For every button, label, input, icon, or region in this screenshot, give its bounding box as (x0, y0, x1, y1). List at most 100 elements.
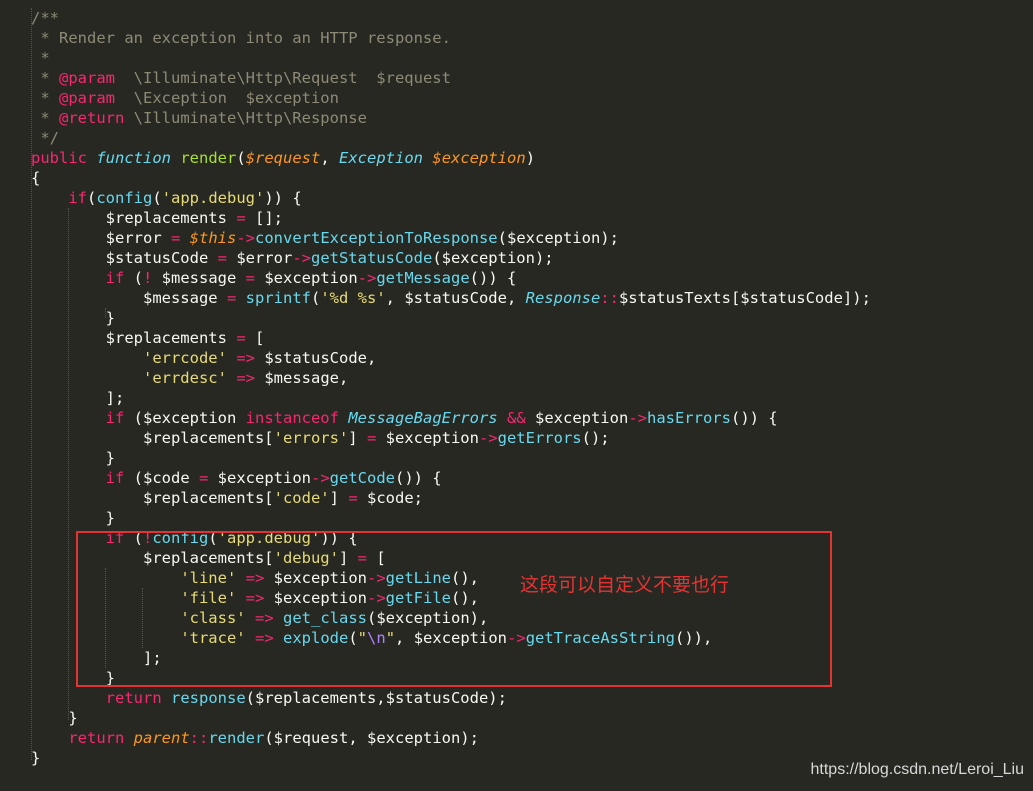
code-token-comment: \Exception $exception (115, 89, 339, 107)
code-line: if ($exception instanceof MessageBagErro… (31, 408, 871, 428)
code-token-call: getCode (329, 469, 395, 487)
code-line: $replacements = []; (31, 208, 871, 228)
code-token-call: response (171, 689, 246, 707)
code-token-op: -> (628, 409, 647, 427)
code-line: } (31, 508, 871, 528)
code-editor[interactable]: /** * Render an exception into an HTTP r… (0, 0, 1033, 791)
code-token-op: = (198, 469, 209, 487)
code-token-call: render (208, 729, 265, 747)
code-token-call: hasErrors (646, 409, 731, 427)
code-token-doctag: @param (59, 69, 115, 87)
code-token-doctag: @param (59, 89, 115, 107)
code-token-plain: ( (236, 149, 246, 167)
code-line: ]; (31, 388, 871, 408)
code-token-keyword: instanceof (245, 409, 339, 427)
code-token-op: -> (292, 249, 311, 267)
code-token-var: $this (189, 229, 237, 247)
code-token-storage: function (96, 149, 171, 167)
code-token-plain: $error (226, 249, 293, 267)
code-token-plain: ($exception); (497, 229, 619, 247)
code-token-plain: $statusCode, (255, 349, 377, 367)
code-token-fn: render (180, 149, 237, 167)
code-line: * (31, 48, 871, 68)
code-token-plain: $code; (357, 489, 423, 507)
code-token-plain: $message (31, 289, 227, 307)
code-line: $replacements = [ (31, 328, 871, 348)
annotation-highlight-box (76, 531, 832, 687)
code-token-op: = (170, 229, 181, 247)
code-token-op: -> (478, 429, 498, 447)
code-token-plain: , (320, 149, 340, 167)
code-token-op: = (226, 289, 237, 307)
code-token-op: = (236, 209, 246, 227)
code-token-plain: $exception (525, 409, 629, 427)
code-token-op: -> (357, 269, 377, 287)
code-token-plain: ]; (31, 389, 125, 407)
code-token-plain: $message (152, 269, 246, 287)
code-token-plain: )) { (264, 189, 302, 207)
code-token-op: = (245, 269, 256, 287)
code-token-op: = (348, 489, 358, 507)
code-token-plain: ] (329, 489, 349, 507)
code-token-plain: ()) { (394, 469, 442, 487)
code-line: } (31, 308, 871, 328)
code-token-op: = (217, 249, 227, 267)
code-token-plain: ) (525, 149, 536, 167)
code-token-comment: * (31, 89, 59, 107)
code-line: /** (31, 8, 871, 28)
code-token-class: MessageBagErrors (348, 409, 498, 427)
code-line: $replacements['errors'] = $exception->ge… (31, 428, 871, 448)
code-token-plain: ($replacements,$statusCode); (245, 689, 507, 707)
code-token-plain: $replacements (31, 329, 237, 347)
code-token-var: $request (245, 149, 321, 167)
code-token-comment: */ (31, 129, 59, 147)
code-token-call: config (96, 189, 153, 207)
code-token-keyword: return (68, 729, 125, 747)
code-token-plain: } (31, 709, 78, 727)
code-line: public function render($request, Excepti… (31, 148, 871, 168)
code-token-plain: ( (87, 189, 97, 207)
code-line: } (31, 748, 871, 768)
code-token-op: -> (236, 229, 256, 247)
code-token-class: Response (525, 289, 601, 307)
code-token-comment: * Render an exception into an HTTP respo… (31, 29, 451, 47)
code-token-plain: (); (581, 429, 610, 447)
code-token-plain: [ (245, 329, 265, 347)
code-token-comment: \Illuminate\Http\Request $request (115, 69, 451, 87)
annotation-text: 这段可以自定义不要也行 (520, 574, 730, 596)
code-token-string: '%d %s' (320, 289, 386, 307)
code-token-op: :: (189, 729, 209, 747)
code-token-keyword: if (105, 409, 125, 427)
code-token-call: convertExceptionToResponse (255, 229, 498, 247)
code-token-string: 'app.debug' (161, 189, 265, 207)
code-token-plain: $message, (255, 369, 349, 387)
code-token-call: getErrors (497, 429, 582, 447)
code-token-plain: ( (310, 289, 321, 307)
code-token-plain: $exception (255, 269, 358, 287)
code-token-plain: $exception (208, 469, 311, 487)
code-token-op: -> (310, 469, 330, 487)
code-token-op: = (236, 329, 246, 347)
code-line: * @param \Exception $exception (31, 88, 871, 108)
code-line: return response($replacements,$statusCod… (31, 688, 871, 708)
code-token-plain: []; (245, 209, 283, 227)
code-token-keyword: if (105, 269, 125, 287)
code-token-op: && (506, 409, 526, 427)
code-line: * Render an exception into an HTTP respo… (31, 28, 871, 48)
code-token-plain: } (31, 449, 115, 467)
code-line: { (31, 168, 871, 188)
code-token-keyword: return (105, 689, 162, 707)
code-token-plain: $replacements[ (31, 429, 274, 447)
